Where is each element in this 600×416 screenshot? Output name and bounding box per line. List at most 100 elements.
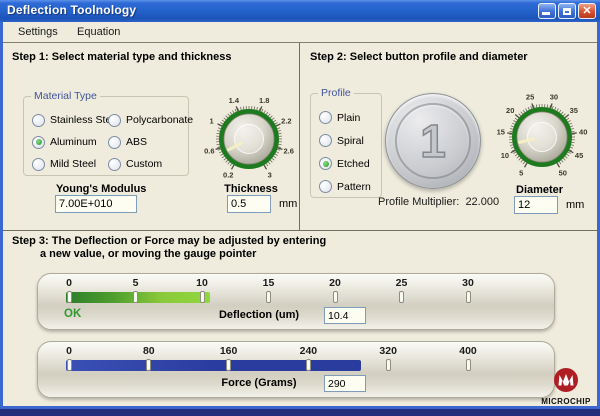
radio-icon[interactable] xyxy=(319,134,332,147)
material-type-legend: Material Type xyxy=(31,90,100,102)
gauge-tick[interactable] xyxy=(67,359,72,371)
radio-label: Aluminum xyxy=(50,136,97,148)
radio-icon[interactable] xyxy=(108,114,121,127)
svg-text:2.6: 2.6 xyxy=(283,147,293,156)
radio-label: Mild Steel xyxy=(50,158,96,170)
diameter-knob[interactable]: 5101520253035404550 xyxy=(490,85,594,189)
gauge-tick-label: 30 xyxy=(454,277,482,289)
svg-text:30: 30 xyxy=(550,93,558,102)
gauge-tick[interactable] xyxy=(466,291,471,303)
svg-text:1: 1 xyxy=(210,116,214,125)
youngs-modulus-label: Young's Modulus xyxy=(56,183,146,195)
svg-text:50: 50 xyxy=(559,168,567,177)
radio-icon[interactable] xyxy=(319,180,332,193)
radio-label: Spiral xyxy=(337,135,364,147)
gauge-tick-label: 15 xyxy=(255,277,283,289)
minimize-button[interactable] xyxy=(538,3,556,19)
radio-icon[interactable] xyxy=(319,111,332,124)
step2-panel: Step 2: Select button profile and diamet… xyxy=(300,43,597,230)
gauge-tick-label: 0 xyxy=(55,277,83,289)
svg-text:0.6: 0.6 xyxy=(204,147,214,156)
radio-spiral[interactable]: Spiral xyxy=(319,134,379,147)
microchip-logo-icon xyxy=(553,367,579,393)
profile-group: Profile PlainSpiralEtchedPattern xyxy=(310,93,382,198)
gauge-tick[interactable] xyxy=(386,359,391,371)
radio-pattern[interactable]: Pattern xyxy=(319,180,379,193)
button-preview-digit: 1 xyxy=(386,94,480,188)
radio-label: ABS xyxy=(126,136,147,148)
svg-text:1.4: 1.4 xyxy=(229,96,240,105)
title-bar[interactable]: Deflection Toolnology ✕ xyxy=(0,0,600,22)
gauge-tick-label: 400 xyxy=(454,345,482,357)
thickness-knob[interactable]: 0.20.611.41.82.22.63 xyxy=(197,87,301,191)
step2-header: Step 2: Select button profile and diamet… xyxy=(310,51,528,63)
gauge-tick[interactable] xyxy=(266,291,271,303)
gauge-tick-label: 320 xyxy=(374,345,402,357)
gauge-tick[interactable] xyxy=(466,359,471,371)
radio-aluminum[interactable]: Aluminum xyxy=(32,136,108,149)
radio-label: Polycarbonate xyxy=(126,114,193,126)
profile-multiplier-value: 22.000 xyxy=(465,196,499,208)
radio-polycarbonate[interactable]: Polycarbonate xyxy=(108,114,193,127)
profile-radio-list: Plain Spiral Etched Pattern xyxy=(319,106,379,195)
svg-text:40: 40 xyxy=(579,128,587,137)
close-button[interactable]: ✕ xyxy=(578,3,596,19)
app-window: Deflection Toolnology ✕ Settings Equatio… xyxy=(0,0,600,409)
gauge-tick-label: 0 xyxy=(55,345,83,357)
menu-bar: Settings Equation xyxy=(3,22,597,43)
thickness-input[interactable] xyxy=(227,195,271,213)
menu-settings[interactable]: Settings xyxy=(12,25,64,39)
gauge-tick-label: 80 xyxy=(135,345,163,357)
radio-stainless-steel[interactable]: Stainless Steel xyxy=(32,114,108,127)
deflection-input[interactable] xyxy=(324,307,366,324)
deflection-gauge[interactable]: 051015202530OKDeflection (um) xyxy=(37,273,555,330)
radio-icon[interactable] xyxy=(32,114,45,127)
gauge-tick[interactable] xyxy=(399,291,404,303)
step3-header-line1: Step 3: The Deflection or Force may be a… xyxy=(12,235,326,247)
maximize-button[interactable] xyxy=(558,3,576,19)
radio-selected-icon[interactable] xyxy=(319,157,332,170)
button-preview-image: 1 xyxy=(385,93,481,189)
radio-icon[interactable] xyxy=(108,136,121,149)
deflection-bar[interactable] xyxy=(66,292,210,303)
menu-equation[interactable]: Equation xyxy=(71,25,126,39)
diameter-label: Diameter xyxy=(516,184,563,196)
svg-text:45: 45 xyxy=(575,151,583,160)
thickness-unit: mm xyxy=(279,198,297,210)
gauge-tick[interactable] xyxy=(226,359,231,371)
radio-icon[interactable] xyxy=(32,158,45,171)
radio-abs[interactable]: ABS xyxy=(108,136,193,149)
gauge-tick[interactable] xyxy=(133,291,138,303)
profile-legend: Profile xyxy=(318,87,354,99)
svg-text:15: 15 xyxy=(497,128,505,137)
gauge-tick-label: 25 xyxy=(388,277,416,289)
step3-panel: Step 3: The Deflection or Force may be a… xyxy=(3,230,597,406)
radio-etched[interactable]: Etched xyxy=(319,157,379,170)
gauge-tick-label: 20 xyxy=(321,277,349,289)
force-input[interactable] xyxy=(324,375,366,392)
step1-panel: Step 1: Select material type and thickne… xyxy=(3,43,300,230)
gauge-tick[interactable] xyxy=(333,291,338,303)
radio-mild-steel[interactable]: Mild Steel xyxy=(32,158,108,171)
radio-label: Etched xyxy=(337,158,370,170)
force-bar[interactable] xyxy=(66,360,361,371)
gauge-tick[interactable] xyxy=(200,291,205,303)
gauge-tick[interactable] xyxy=(67,291,72,303)
youngs-modulus-input[interactable] xyxy=(55,195,137,213)
radio-custom[interactable]: Custom xyxy=(108,158,193,171)
taskbar-strip xyxy=(0,409,600,416)
step1-header: Step 1: Select material type and thickne… xyxy=(12,51,231,63)
gauge-tick[interactable] xyxy=(146,359,151,371)
radio-plain[interactable]: Plain xyxy=(319,111,379,124)
client-area: Settings Equation Step 1: Select materia… xyxy=(3,22,597,406)
radio-icon[interactable] xyxy=(108,158,121,171)
profile-multiplier-label: Profile Multiplier: xyxy=(378,196,459,208)
svg-text:5: 5 xyxy=(519,168,523,177)
force-gauge[interactable]: 080160240320400Force (Grams) xyxy=(37,341,555,398)
radio-selected-icon[interactable] xyxy=(32,136,45,149)
svg-text:1.8: 1.8 xyxy=(259,96,269,105)
svg-text:10: 10 xyxy=(501,151,509,160)
gauge-tick[interactable] xyxy=(306,359,311,371)
close-icon: ✕ xyxy=(579,4,595,18)
diameter-input[interactable] xyxy=(514,196,558,214)
